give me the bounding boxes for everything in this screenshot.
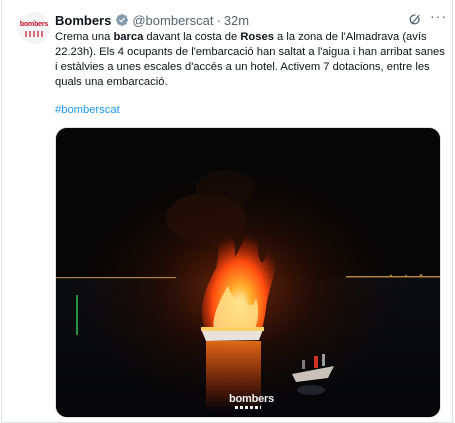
more-options-icon[interactable]: ··· xyxy=(430,9,446,26)
watermark-stripes-icon xyxy=(235,406,261,409)
verified-badge-icon[interactable] xyxy=(115,13,129,27)
user-handle[interactable]: @bomberscat xyxy=(132,13,213,28)
text-bold-roses: Roses xyxy=(240,31,274,43)
text-part: Crema una xyxy=(55,31,114,43)
tweet-header: Bombers @bomberscat · 32m xyxy=(55,11,249,29)
display-name[interactable]: Bombers xyxy=(55,13,111,28)
bombers-watermark: bombers xyxy=(229,393,275,405)
timestamp[interactable]: 32m xyxy=(224,13,249,28)
text-bold-barca: barca xyxy=(113,31,144,43)
bombers-logo-icon xyxy=(25,31,43,37)
tweet-media-image[interactable]: bombers xyxy=(55,127,441,418)
avatar-logo-text: bombers xyxy=(19,21,49,28)
boat-fire-photo xyxy=(56,128,440,417)
tweet-text: Crema una barca davant la costa de Roses… xyxy=(55,30,450,90)
tweet-card[interactable]: bombers Bombers @bomberscat · 32m ··· Cr… xyxy=(1,0,453,423)
grok-icon[interactable] xyxy=(408,12,423,27)
hashtag-link[interactable]: #bomberscat xyxy=(55,104,120,116)
avatar[interactable]: bombers xyxy=(18,12,50,44)
separator-dot: · xyxy=(216,12,221,28)
text-part: davant la costa de xyxy=(143,31,241,43)
